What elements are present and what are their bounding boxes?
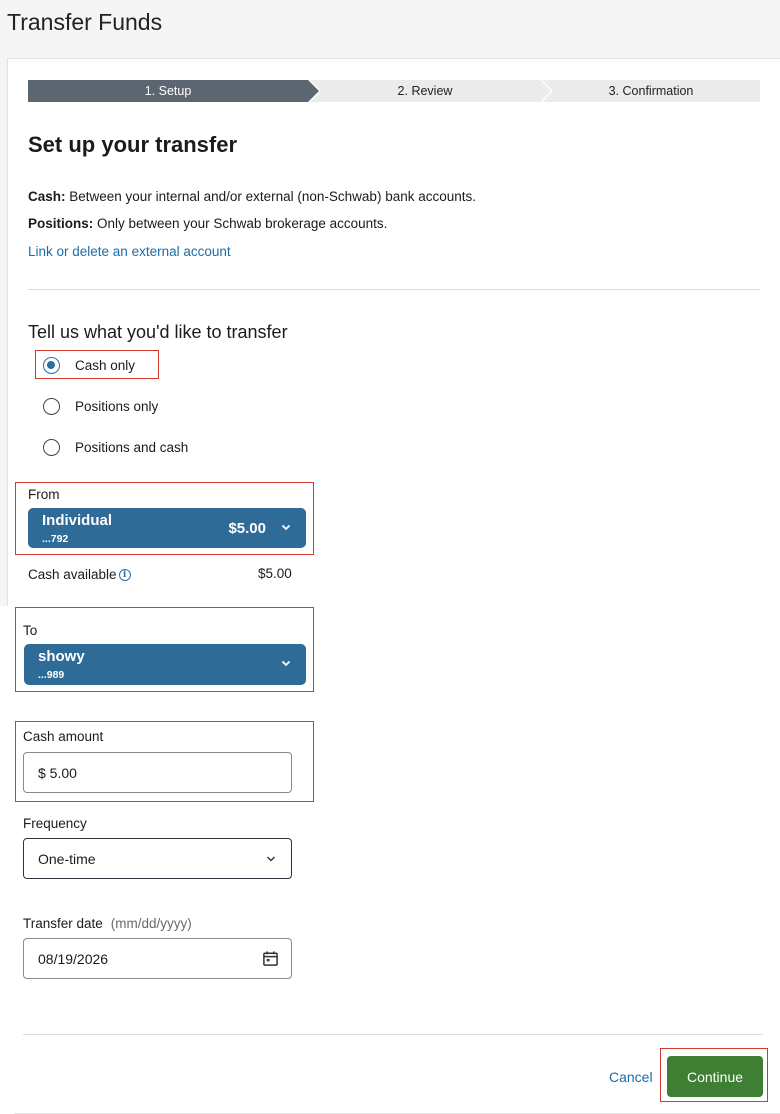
- from-label: From: [28, 487, 60, 502]
- transfer-date-label: Transfer date (mm/dd/yyyy): [23, 916, 192, 931]
- positions-info-label: Positions:: [28, 216, 94, 231]
- from-account-select[interactable]: Individual ...792 $5.00: [28, 508, 306, 548]
- cash-info-label: Cash:: [28, 189, 66, 204]
- radio-label: Positions only: [75, 398, 159, 414]
- chevron-down-icon: [281, 660, 291, 667]
- radio-button[interactable]: [43, 438, 60, 456]
- transfer-date-value: 08/19/2026: [38, 950, 109, 967]
- positions-info: Positions: Only between your Schwab brok…: [28, 216, 387, 231]
- calendar-icon[interactable]: [262, 950, 279, 967]
- step-confirmation: 3. Confirmation: [542, 80, 760, 102]
- transfer-date-hint: (mm/dd/yyyy): [110, 916, 192, 931]
- radio-positions-and-cash[interactable]: Positions and cash: [43, 437, 188, 457]
- cash-available: Cash available i: [28, 567, 131, 582]
- card-edge: [0, 606, 14, 1114]
- radio-positions-only[interactable]: Positions only: [43, 396, 158, 416]
- to-account-name: showy: [38, 648, 85, 665]
- from-account-balance: $5.00: [228, 520, 266, 537]
- cash-available-value: $5.00: [258, 566, 292, 581]
- step-review: 2. Review: [310, 80, 551, 102]
- radio-button[interactable]: [43, 397, 60, 415]
- frequency-value: One-time: [38, 850, 96, 867]
- cash-amount-label: Cash amount: [23, 729, 104, 744]
- page-title: Transfer Funds: [7, 9, 163, 35]
- progress-stepper: 1. Setup 2. Review 3. Confirmation: [28, 80, 760, 102]
- info-icon[interactable]: i: [118, 568, 131, 581]
- divider: [28, 289, 760, 290]
- cash-amount-value: $ 5.00: [38, 764, 77, 781]
- from-account-name: Individual: [42, 512, 113, 529]
- chevron-down-icon: [281, 524, 291, 531]
- cash-info-text: Between your internal and/or external (n…: [65, 189, 476, 204]
- cash-available-label: Cash available: [28, 567, 117, 582]
- frequency-select[interactable]: One-time: [23, 838, 292, 879]
- transfer-date-input[interactable]: 08/19/2026: [23, 938, 292, 979]
- cash-info: Cash: Between your internal and/or exter…: [28, 189, 476, 204]
- to-account-select[interactable]: showy ...989: [24, 644, 306, 685]
- divider: [23, 1034, 763, 1035]
- transfer-type-question: Tell us what you'd like to transfer: [28, 322, 288, 342]
- to-account-number: ...989: [38, 669, 65, 681]
- to-label: To: [23, 623, 38, 638]
- cancel-button[interactable]: Cancel: [609, 1069, 653, 1085]
- link-external-account[interactable]: Link or delete an external account: [28, 244, 231, 259]
- continue-button[interactable]: Continue: [667, 1056, 763, 1097]
- positions-info-text: Only between your Schwab brokerage accou…: [93, 216, 388, 231]
- radio-cash-only[interactable]: Cash only: [43, 355, 135, 375]
- radio-button-checked[interactable]: [43, 356, 60, 374]
- transfer-date-label-text: Transfer date: [23, 916, 103, 931]
- section-title: Set up your transfer: [28, 132, 238, 157]
- cash-amount-input[interactable]: $ 5.00: [23, 752, 292, 793]
- radio-label: Cash only: [75, 357, 136, 373]
- from-account-number: ...792: [42, 533, 69, 545]
- radio-label: Positions and cash: [75, 439, 189, 455]
- chevron-down-icon: [267, 856, 275, 862]
- frequency-label: Frequency: [23, 816, 87, 831]
- step-setup: 1. Setup: [28, 80, 319, 102]
